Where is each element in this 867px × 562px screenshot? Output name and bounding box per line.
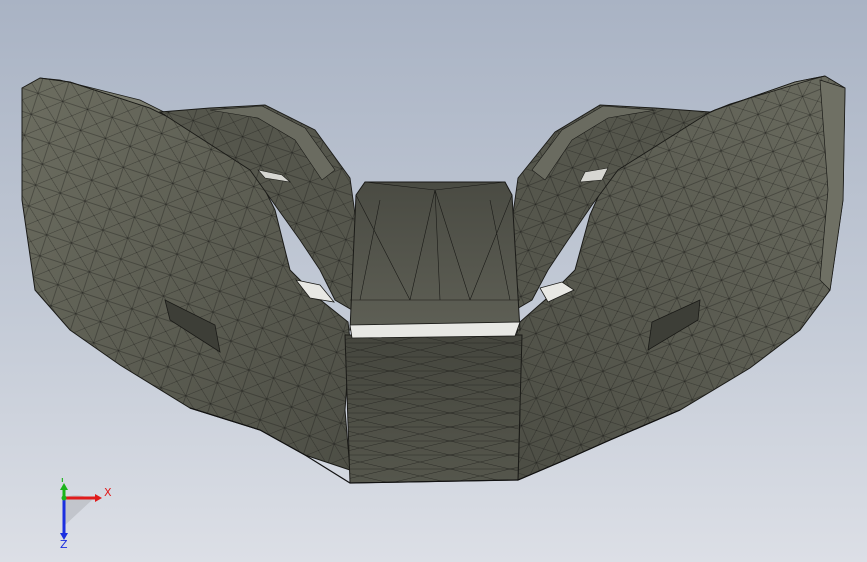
graphics-viewport[interactable]: X Y Z xyxy=(0,0,867,562)
center-front-face xyxy=(344,334,523,484)
y-axis-label: Y xyxy=(58,478,66,485)
front-slot-highlight xyxy=(349,321,521,339)
z-axis-label: Z xyxy=(60,538,68,548)
x-axis-label: X xyxy=(104,486,112,499)
reference-triad: X Y Z xyxy=(58,478,112,548)
mesh-model[interactable] xyxy=(0,0,867,562)
center-top-panel xyxy=(349,181,521,331)
